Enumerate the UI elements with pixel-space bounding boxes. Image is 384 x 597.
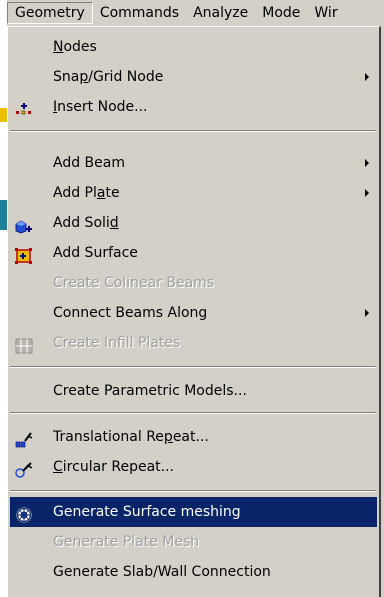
menu-item-generate-plate-mesh: Generate Plate Mesh	[10, 527, 377, 557]
menu-separator	[10, 130, 376, 132]
add-surface-icon	[15, 245, 33, 264]
menu-item-label: Snap/Grid Node	[53, 69, 164, 85]
menu-item-generate-slab-wall-connection[interactable]: Generate Slab/Wall Connection	[10, 557, 377, 587]
submenu-arrow-icon	[365, 309, 369, 317]
menu-mode[interactable]: Mode	[255, 2, 307, 24]
translational-repeat-icon	[15, 429, 33, 448]
menu-window[interactable]: Wir	[307, 2, 344, 24]
surface-meshing-icon	[15, 504, 33, 523]
infill-plates-icon	[15, 335, 33, 354]
menu-item-label: Add Beam	[53, 155, 125, 171]
menu-item-insert-node[interactable]: Insert Node...	[10, 92, 377, 122]
app-toolbar-fragment	[0, 108, 7, 122]
add-solid-icon	[15, 215, 33, 234]
menu-item-create-parametric-models[interactable]: Create Parametric Models...	[10, 376, 377, 406]
menu-item-create-colinear-beams: Create Colinear Beams	[10, 268, 377, 298]
menu-item-label: Circular Repeat...	[53, 459, 174, 475]
menu-item-generate-surface-meshing[interactable]: Generate Surface meshing	[10, 497, 377, 527]
menu-item-add-surface[interactable]: Add Surface	[10, 238, 377, 268]
menu-separator	[10, 366, 376, 368]
menu-item-label: Add Surface	[53, 245, 138, 261]
menu-item-label: Insert Node...	[53, 99, 148, 115]
menu-item-label: Generate Plate Mesh	[53, 534, 200, 550]
submenu-arrow-icon	[365, 159, 369, 167]
menu-item-label: Generate Surface meshing	[53, 504, 241, 520]
menu-item-label: Connect Beams Along	[53, 305, 208, 321]
menu-geometry[interactable]: Geometry	[7, 2, 93, 24]
geometry-dropdown-menu: Nodes Snap/Grid Node Insert Node... Add …	[7, 26, 381, 597]
menu-item-label: Create Colinear Beams	[53, 275, 215, 291]
menu-item-add-solid[interactable]: Add Solid	[10, 208, 377, 238]
menu-separator	[10, 490, 376, 492]
menu-item-label: Translational Repeat...	[53, 429, 209, 445]
menu-item-label: Add Solid	[53, 215, 119, 231]
menu-item-label: Generate Slab/Wall Connection	[53, 564, 271, 580]
menu-item-circular-repeat[interactable]: Circular Repeat...	[10, 452, 377, 482]
menu-bar: Geometry Commands Analyze Mode Wir	[7, 0, 384, 26]
menu-item-label: Create Parametric Models...	[53, 383, 247, 399]
menu-analyze[interactable]: Analyze	[186, 2, 255, 24]
insert-node-icon	[15, 99, 33, 115]
menu-item-add-plate[interactable]: Add Plate	[10, 178, 377, 208]
menu-item-label: Add Plate	[53, 185, 120, 201]
submenu-arrow-icon	[365, 73, 369, 81]
menu-item-label: Nodes	[53, 39, 97, 55]
submenu-arrow-icon	[365, 189, 369, 197]
menu-item-connect-beams-along[interactable]: Connect Beams Along	[10, 298, 377, 328]
menu-item-label: Create Infill Plates	[53, 335, 181, 351]
menu-item-nodes[interactable]: Nodes	[10, 32, 377, 62]
menu-item-translational-repeat[interactable]: Translational Repeat...	[10, 422, 377, 452]
circular-repeat-icon	[15, 459, 33, 478]
menu-separator	[10, 412, 376, 414]
menu-item-snap-grid-node[interactable]: Snap/Grid Node	[10, 62, 377, 92]
menu-item-create-infill-plates: Create Infill Plates	[10, 328, 377, 358]
menu-commands[interactable]: Commands	[93, 2, 186, 24]
underlying-app-strip	[0, 0, 7, 597]
app-toolbar-fragment	[0, 200, 7, 230]
menu-item-add-beam[interactable]: Add Beam	[10, 148, 377, 178]
